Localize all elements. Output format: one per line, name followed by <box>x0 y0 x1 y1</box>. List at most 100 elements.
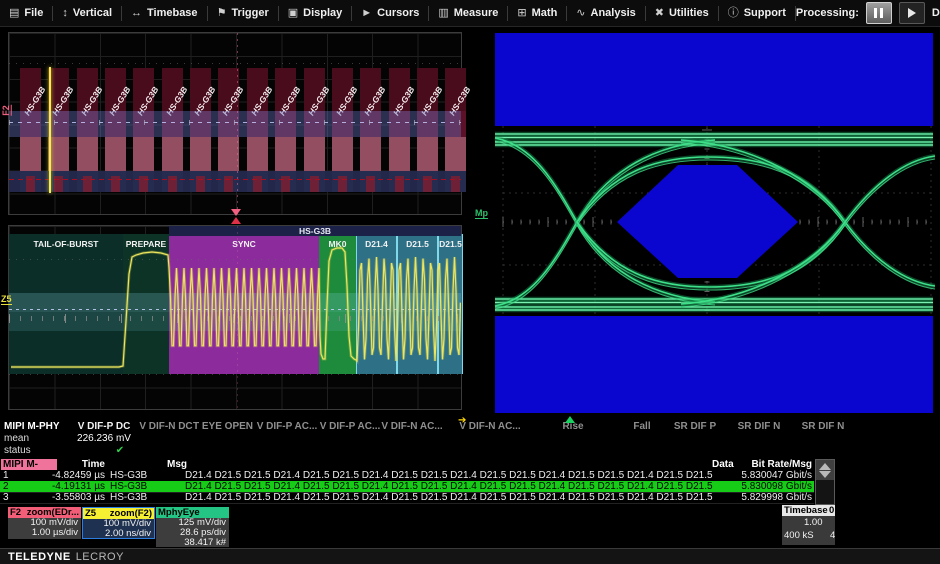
measure-column-header[interactable]: V DIF-N DC <box>139 421 192 432</box>
measure-column-header[interactable]: Fall <box>633 421 650 432</box>
table-header-msg[interactable]: Msg <box>167 459 187 470</box>
measure-column-header[interactable]: V DIF-N AC... <box>459 421 520 432</box>
descriptor-z5[interactable]: Z5zoom(F2)100 mV/div2.00 ns/div <box>82 507 155 539</box>
burst-bar-foot <box>247 171 268 192</box>
menu-item-trigger[interactable]: ⚑Trigger <box>208 0 278 26</box>
burst-bar-highlight <box>332 137 353 171</box>
menu-item-utilities[interactable]: ✖ Utilities <box>646 0 718 26</box>
oscilloscope-app: ▤File↕Vertical↔Timebase⚑Trigger▣Display►… <box>0 0 940 564</box>
menu-item-label: Display <box>303 7 342 19</box>
menu-item-label: Math <box>532 7 558 19</box>
descriptor-f2[interactable]: F2zoom(EDr...100 mV/div1.00 µs/div <box>8 507 81 539</box>
descriptor-mphyeye[interactable]: MphyEye125 mV/div28.6 ps/div38.417 k# <box>156 507 229 547</box>
mp-channel-label[interactable]: Mp <box>475 208 488 219</box>
timebase-scale: 1.00 <box>804 517 823 528</box>
default-label: Default: <box>932 7 940 19</box>
play-icon <box>908 8 916 18</box>
menu-item-measure[interactable]: ▥ Measure <box>429 0 507 26</box>
burst-overview-panel: HS-G3BHS-G3BHS-G3BHS-G3BHS-G3BHS-G3BHS-G… <box>8 32 462 215</box>
pause-icon <box>874 8 877 18</box>
row-data: D21.4 D21.5 D21.5 D21.4 D21.5 D21.5 D21.… <box>185 481 713 492</box>
menu-item-math[interactable]: ⊞ Math <box>508 0 566 26</box>
measure-row-label-mean: mean <box>4 433 29 444</box>
eye-diagram <box>483 33 935 413</box>
f2-channel-label[interactable]: F2 <box>1 105 12 116</box>
measure-status-check-icon: ✔ <box>116 445 124 456</box>
burst-bar-foot <box>133 171 154 192</box>
zoom-waveform <box>9 226 461 409</box>
scrollbar-buttons[interactable] <box>816 460 834 480</box>
descriptor-line: 2.00 ns/div <box>83 529 154 539</box>
table-header-time[interactable]: Time <box>30 459 105 470</box>
burst-bar-highlight <box>20 137 41 171</box>
burst-bar-highlight <box>389 137 410 171</box>
measure-scroll-arrow-icon[interactable]: ➔ <box>458 415 466 426</box>
table-row[interactable]: 3-3.55803 µsHS-G3BD21.4 D21.5 D21.5 D21.… <box>0 492 814 504</box>
table-header-data[interactable]: Data <box>712 459 734 470</box>
burst-bar-foot <box>162 171 183 192</box>
menu-item-cursors[interactable]: ►Cursors <box>352 0 428 26</box>
utilities-icon: ✖ <box>655 8 664 19</box>
menu-item-file[interactable]: ▤File <box>0 0 52 26</box>
measure-column-header[interactable]: V DIF-N AC... <box>381 421 442 432</box>
timebase-icon: ↔ <box>131 8 142 19</box>
scroll-up-icon[interactable] <box>819 463 831 470</box>
burst-bar-foot <box>20 171 41 192</box>
measure-icon: ▥ <box>438 8 448 19</box>
burst-bar-highlight <box>360 137 381 171</box>
scroll-down-icon[interactable] <box>819 471 831 478</box>
row-msg: HS-G3B <box>110 470 165 481</box>
trigger-marker-up-icon[interactable] <box>231 217 241 224</box>
row-index: 3 <box>3 492 27 503</box>
math-icon: ⊞ <box>517 8 526 19</box>
eye-trigger-marker-icon[interactable] <box>565 416 575 423</box>
burst-bar-foot <box>275 171 296 192</box>
menu-item-label: Analysis <box>591 7 636 19</box>
zoom-detail-panel: TAIL-OF-BURSTPREPARESYNCMK0D21.4D21.5D21… <box>8 225 462 410</box>
analysis-icon: ∿ <box>576 8 585 19</box>
measure-column-header[interactable]: SR DIF N <box>802 421 845 432</box>
menu-item-support[interactable]: ⓘSupport <box>719 0 795 26</box>
table-scrollbar[interactable] <box>815 459 835 505</box>
pause-button[interactable] <box>866 2 892 24</box>
measure-column-header[interactable]: SR DIF N <box>738 421 781 432</box>
menu-item-vertical[interactable]: ↕Vertical <box>53 0 121 26</box>
measure-column-header[interactable]: T EYE OPEN <box>193 421 253 432</box>
menu-items: ▤File↕Vertical↔Timebase⚑Trigger▣Display►… <box>0 0 796 26</box>
play-button[interactable] <box>899 2 925 24</box>
timebase-rate-frag: 4 <box>830 530 835 541</box>
trigger-icon: ⚑ <box>217 8 227 19</box>
vertical-icon: ↕ <box>62 8 68 19</box>
burst-bar-foot <box>360 171 381 192</box>
measure-row-label-status: status <box>4 445 31 456</box>
row-index: 2 <box>3 481 27 492</box>
trigger-marker-down-icon[interactable] <box>231 209 241 216</box>
menu-item-label: Cursors <box>377 7 419 19</box>
zoom-cursor-line[interactable] <box>49 67 51 193</box>
table-header-rate[interactable]: Bit Rate/Msg <box>737 459 812 470</box>
baseline-dashed-line <box>9 179 461 180</box>
center-level-ticks <box>9 120 461 125</box>
measure-mean-value: 226.236 mV <box>77 433 131 444</box>
row-msg: HS-G3B <box>110 492 165 503</box>
burst-bar-highlight <box>275 137 296 171</box>
measure-column-header[interactable]: V DIF-P DC <box>78 421 131 432</box>
timebase-descriptor[interactable]: Timebase 0 1.00 400 kS 4 <box>782 505 835 545</box>
menu-item-label: Utilities <box>669 7 709 19</box>
file-icon: ▤ <box>9 8 19 19</box>
measure-column-header[interactable]: V DIF-P AC... <box>320 421 381 432</box>
menu-item-analysis[interactable]: ∿ Analysis <box>567 0 644 26</box>
menu-item-timebase[interactable]: ↔Timebase <box>122 0 207 26</box>
row-time: -4.82459 µs <box>30 470 105 481</box>
sample-dots-row <box>9 63 461 64</box>
measure-column-header[interactable]: SR DIF P <box>674 421 716 432</box>
row-data: D21.4 D21.5 D21.5 D21.4 D21.5 D21.5 D21.… <box>185 492 713 503</box>
burst-bar-highlight <box>304 137 325 171</box>
decode-table: MIPI M-PHY Time Msg Data Bit Rate/Msg 1-… <box>0 459 835 504</box>
z5-channel-label[interactable]: Z5 <box>1 294 12 305</box>
row-index: 1 <box>3 470 27 481</box>
menu-item-label: Measure <box>454 7 499 19</box>
menu-item-display[interactable]: ▣Display <box>279 0 352 26</box>
measure-column-header[interactable]: V DIF-P AC... <box>257 421 318 432</box>
measure-title: MIPI M-PHY <box>4 421 60 432</box>
